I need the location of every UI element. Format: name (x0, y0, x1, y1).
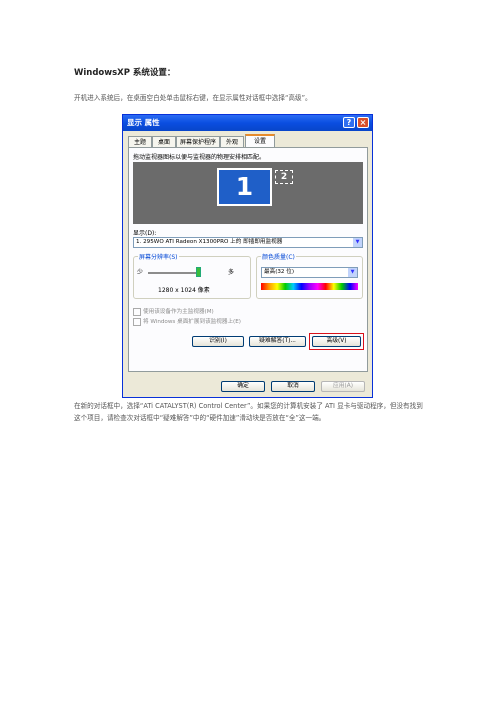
resolution-group-label: 屏幕分辨率(S) (138, 252, 179, 261)
advanced-button[interactable]: 高级(V) (312, 336, 361, 347)
tab-theme[interactable]: 主题 (128, 136, 152, 147)
intro-paragraph: 开机进入系统后，在桌面空白处单击鼠标右键，在显示属性对话框中选择“高级”。 (74, 94, 312, 102)
color-spectrum-bar (261, 283, 358, 290)
page-title: WindowsXP 系统设置： (74, 68, 176, 78)
help-button[interactable]: ? (343, 117, 355, 128)
display-select-value: 1. 295WO ATI Radeon X1300PRO 上的 即插即用监视器 (136, 239, 283, 245)
extend-desktop-checkbox[interactable]: 将 Windows 桌面扩展到该监视器上(E) (133, 317, 241, 326)
tab-screensaver[interactable]: 屏幕保护程序 (176, 136, 220, 147)
chevron-down-icon: ▼ (353, 238, 362, 247)
checkbox-box (133, 317, 141, 326)
monitor-arrangement: 1 2 (133, 162, 363, 224)
display-label: 显示(D): (133, 230, 157, 237)
more-label: 多 (228, 269, 235, 276)
color-quality-label: 颜色质量(C) (261, 252, 296, 261)
monitor-1-icon[interactable]: 1 (217, 168, 272, 206)
display-select[interactable]: 1. 295WO ATI Radeon X1300PRO 上的 即插即用监视器 … (133, 237, 363, 248)
checkbox-box (133, 307, 141, 316)
ok-button[interactable]: 确定 (221, 381, 265, 392)
instruction-text: 拖动监视器图标以便与监视器的物理安排相匹配。 (133, 154, 266, 161)
primary-monitor-label: 使用该设备作为主监视器(M) (143, 309, 214, 315)
resolution-slider-thumb[interactable] (196, 267, 201, 277)
instruction-paragraph: 在新的对话框中，选择“ATi CATALYST(R) Control Cente… (74, 402, 423, 422)
color-quality-group: 颜色质量(C) 最高(32 位) ▼ (256, 252, 363, 299)
resolution-value: 1280 x 1024 像素 (158, 287, 210, 294)
color-quality-select[interactable]: 最高(32 位) ▼ (261, 267, 358, 278)
dialog-title: 显示 属性 (127, 118, 160, 127)
close-button[interactable]: × (357, 117, 369, 128)
tab-appearance[interactable]: 外观 (220, 136, 244, 147)
resolution-group: 屏幕分辨率(S) 少 多 1280 x 1024 像素 (133, 252, 251, 299)
tab-desktop[interactable]: 桌面 (152, 136, 176, 147)
less-label: 少 (137, 269, 144, 276)
cancel-button[interactable]: 取消 (271, 381, 315, 392)
troubleshoot-button[interactable]: 疑难解答(T)... (249, 336, 306, 347)
resolution-slider-track[interactable] (148, 272, 198, 274)
settings-panel: 拖动监视器图标以便与监视器的物理安排相匹配。 1 2 显示(D): 1. 295… (128, 147, 368, 372)
tab-settings[interactable]: 设置 (245, 134, 275, 148)
extend-desktop-label: 将 Windows 桌面扩展到该监视器上(E) (143, 319, 241, 325)
primary-monitor-checkbox[interactable]: 使用该设备作为主监视器(M) (133, 307, 214, 316)
apply-button[interactable]: 应用(A) (321, 381, 365, 392)
display-properties-dialog: 显示 属性 ? × 主题 桌面 屏幕保护程序 外观 设置 拖动监视器图标以便与监… (122, 114, 373, 398)
title-bar: 显示 属性 ? × (123, 115, 372, 131)
color-quality-value: 最高(32 位) (264, 269, 295, 275)
monitor-2-icon[interactable]: 2 (275, 170, 293, 184)
chevron-down-icon: ▼ (348, 268, 357, 277)
identify-button[interactable]: 识别(I) (192, 336, 244, 347)
